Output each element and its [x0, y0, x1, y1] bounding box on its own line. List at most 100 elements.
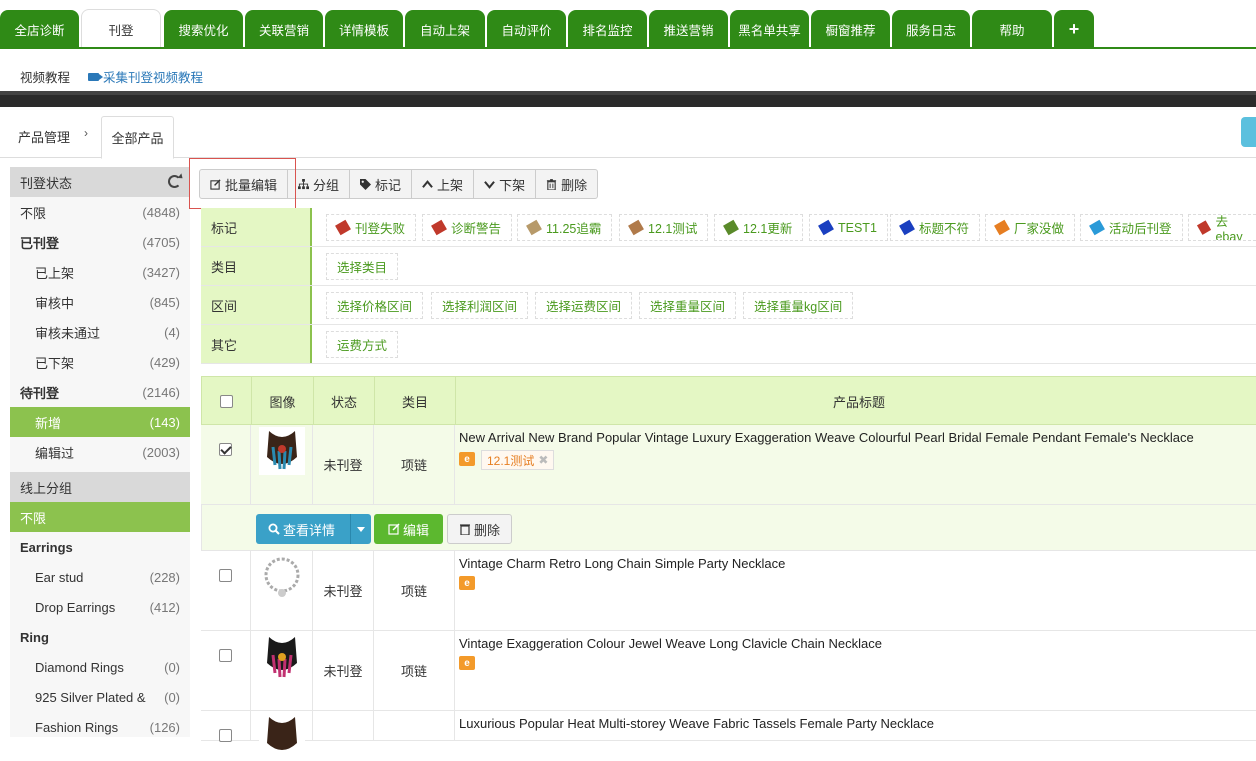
- product-thumbnail[interactable]: [258, 633, 305, 681]
- profit-range-chip[interactable]: 选择利润区间: [431, 292, 529, 319]
- shipping-method-chip[interactable]: 运费方式: [326, 331, 399, 358]
- row-checkbox[interactable]: [219, 569, 232, 582]
- list-on-button[interactable]: 上架: [411, 169, 475, 199]
- sidebar-item-count: (4): [164, 324, 180, 340]
- tag-icon: [1196, 220, 1212, 235]
- mark-chip[interactable]: 刊登失败: [326, 214, 417, 241]
- sidebar-item-all[interactable]: 不限 (4848): [10, 197, 190, 227]
- row-title[interactable]: Luxurious Popular Heat Multi-storey Weav…: [459, 716, 934, 731]
- button-label: 标记: [375, 177, 402, 193]
- mark-button[interactable]: 标记: [349, 169, 413, 199]
- sidebar-group-ear-stud[interactable]: Ear stud (228): [10, 562, 190, 592]
- sidebar-item-label: 编辑过: [35, 445, 75, 461]
- sidebar-item-new[interactable]: 新增 (143): [10, 407, 190, 437]
- header-title: 产品标题: [832, 395, 885, 410]
- tab-help[interactable]: 帮助: [972, 10, 1052, 48]
- tab-listing[interactable]: 刊登: [81, 9, 161, 49]
- aliexpress-icon[interactable]: e: [459, 576, 475, 590]
- row-checkbox[interactable]: [219, 729, 232, 742]
- weight-kg-range-chip[interactable]: 选择重量kg区间: [743, 292, 854, 319]
- sidebar-group-fashion-rings[interactable]: Fashion Rings (126): [10, 712, 190, 742]
- tag-icon: [431, 219, 447, 236]
- row-checkbox[interactable]: [219, 649, 232, 662]
- row-checkbox[interactable]: [219, 443, 232, 456]
- tab-window-recommend[interactable]: 橱窗推荐: [811, 10, 890, 48]
- sidebar-item-count: (4848): [142, 204, 180, 220]
- sidebar-item-edited[interactable]: 编辑过 (2003): [10, 437, 190, 467]
- right-action-button[interactable]: [1241, 117, 1256, 147]
- group-button[interactable]: 分组: [287, 169, 351, 199]
- delete-button[interactable]: 删除: [535, 169, 599, 199]
- mark-chip[interactable]: 标题不符: [890, 214, 981, 241]
- sidebar-group-all[interactable]: 不限: [10, 502, 190, 532]
- select-all-checkbox[interactable]: [220, 395, 233, 408]
- sidebar-item-pending[interactable]: 待刊登 (2146): [10, 377, 190, 407]
- aliexpress-icon[interactable]: e: [459, 452, 475, 466]
- tab-service-log[interactable]: 服务日志: [892, 10, 970, 48]
- close-icon[interactable]: ✖: [538, 453, 548, 467]
- tab-detail-template[interactable]: 详情模板: [325, 10, 403, 48]
- trash-icon: [546, 178, 557, 190]
- shipping-range-chip[interactable]: 选择运费区间: [535, 292, 633, 319]
- tab-blacklist[interactable]: 黑名单共享: [730, 10, 809, 48]
- caret-down-icon: [357, 526, 365, 532]
- row-delete-button[interactable]: 删除: [447, 514, 512, 544]
- mark-chip[interactable]: TEST1: [809, 214, 888, 241]
- select-all-cell: [202, 377, 252, 426]
- tab-all-products[interactable]: 全部产品: [101, 116, 174, 159]
- sidebar-item-off-shelf[interactable]: 已下架 (429): [10, 347, 190, 377]
- sidebar-group-earrings[interactable]: Earrings: [10, 532, 190, 562]
- tab-auto-list[interactable]: 自动上架: [405, 10, 485, 48]
- tab-store-diagnosis[interactable]: 全店诊断: [0, 10, 79, 48]
- product-thumbnail[interactable]: [258, 713, 305, 761]
- row-tag: 12.1测试 ✖: [481, 450, 555, 470]
- mark-chip[interactable]: 活动后刊登: [1080, 214, 1183, 241]
- tab-add-button[interactable]: +: [1054, 10, 1094, 48]
- row-title[interactable]: Vintage Exaggeration Colour Jewel Weave …: [459, 636, 882, 651]
- sidebar-item-count: (4705): [142, 234, 180, 250]
- product-thumbnail[interactable]: [258, 427, 305, 475]
- tab-push-marketing[interactable]: 推送营销: [649, 10, 728, 48]
- tab-related-marketing[interactable]: 关联营销: [245, 10, 323, 48]
- sidebar-group-ring[interactable]: Ring: [10, 622, 190, 652]
- refresh-icon[interactable]: [168, 175, 181, 188]
- tab-search-optimize[interactable]: 搜索优化: [164, 10, 243, 48]
- sidebar-group-925-silver[interactable]: 925 Silver Plated & (0): [10, 682, 190, 712]
- category-chip[interactable]: 选择类目: [326, 253, 399, 280]
- mark-chip[interactable]: 厂家没做: [985, 214, 1076, 241]
- product-thumbnail[interactable]: [258, 553, 305, 601]
- tab-label: 橱窗推荐: [825, 23, 876, 38]
- sidebar-item-rejected[interactable]: 审核未通过 (4): [10, 317, 190, 347]
- mark-chip[interactable]: 12.1测试: [619, 214, 709, 241]
- tab-rank-monitor[interactable]: 排名监控: [568, 10, 647, 48]
- sidebar-item-count: (2003): [142, 444, 180, 460]
- mark-chip[interactable]: 去ebay: [1188, 214, 1256, 241]
- edit-button[interactable]: 编辑: [374, 514, 443, 544]
- view-details-button[interactable]: 查看详情: [256, 514, 350, 544]
- list-off-button[interactable]: 下架: [473, 169, 537, 199]
- sidebar-item-count: (143): [149, 414, 180, 430]
- sidebar-item-listed[interactable]: 已刊登 (4705): [10, 227, 190, 257]
- video-tutorial-link[interactable]: 采集刊登视频教程: [88, 67, 203, 86]
- product-image-cell: [251, 425, 313, 504]
- tab-auto-review[interactable]: 自动评价: [487, 10, 566, 48]
- view-details-dropdown[interactable]: [350, 514, 371, 544]
- mark-chip[interactable]: 12.1更新: [714, 214, 804, 241]
- weight-range-chip[interactable]: 选择重量区间: [639, 292, 737, 319]
- row-category: 项链: [374, 425, 455, 504]
- sidebar-item-reviewing[interactable]: 审核中 (845): [10, 287, 190, 317]
- sidebar-item-label: 审核未通过: [35, 325, 101, 341]
- price-range-chip[interactable]: 选择价格区间: [326, 292, 424, 319]
- sidebar-group-diamond-rings[interactable]: Diamond Rings (0): [10, 652, 190, 682]
- tag-icon: [899, 219, 915, 236]
- sidebar-group-drop-earrings[interactable]: Drop Earrings (412): [10, 592, 190, 622]
- sidebar-item-on-shelf[interactable]: 已上架 (3427): [10, 257, 190, 287]
- video-camera-icon: [88, 72, 103, 81]
- mark-chip[interactable]: 诊断警告: [422, 214, 513, 241]
- mark-chip[interactable]: 11.25追霸: [517, 214, 613, 241]
- sidebar-item-count: (228): [149, 569, 180, 585]
- row-title[interactable]: New Arrival New Brand Popular Vintage Lu…: [459, 430, 1194, 445]
- aliexpress-icon[interactable]: e: [459, 656, 475, 670]
- breadcrumb-root[interactable]: 产品管理: [18, 127, 70, 146]
- row-title[interactable]: Vintage Charm Retro Long Chain Simple Pa…: [459, 556, 785, 571]
